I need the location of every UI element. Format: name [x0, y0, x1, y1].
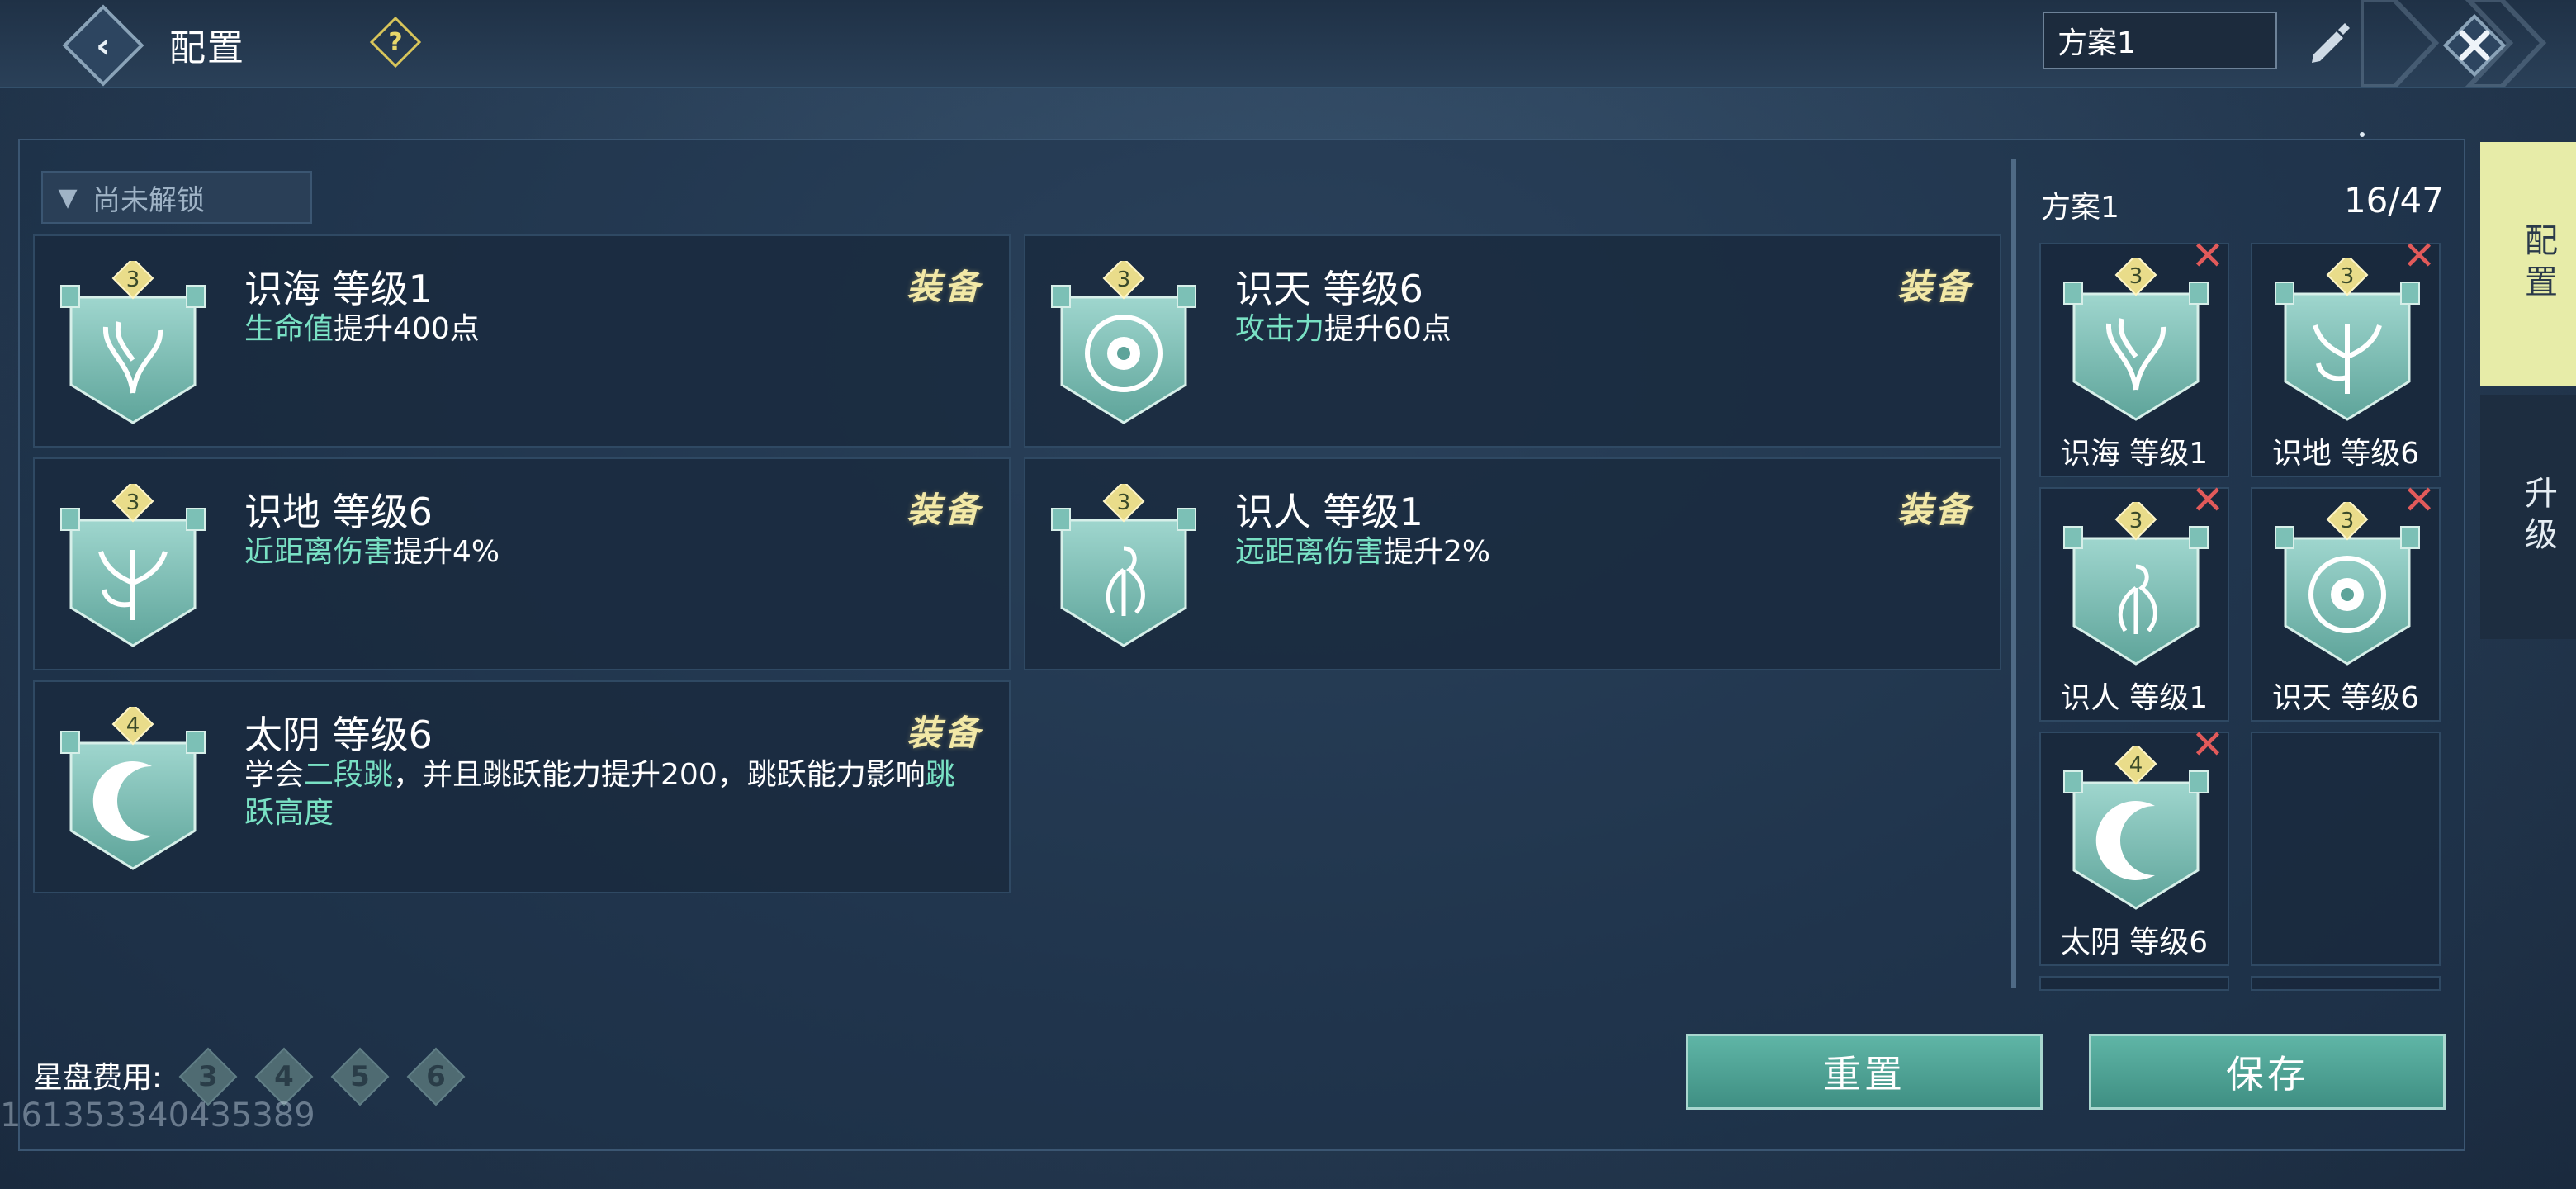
svg-text:4: 4 [126, 713, 140, 738]
help-glyph: ? [388, 27, 403, 57]
player-id: 161353340435389 [0, 1097, 315, 1135]
human-rune-icon: 3 [2057, 502, 2214, 667]
equipped-slot[interactable]: 3 识地 等级6 ✕ [2251, 236, 2441, 477]
equip-button[interactable]: 装备 [907, 482, 983, 533]
svg-text:3: 3 [2341, 264, 2355, 289]
equip-button[interactable]: 装备 [1897, 482, 1973, 533]
empty-slot [2251, 976, 2441, 991]
bg-star [2360, 132, 2365, 137]
equip-button[interactable]: 装备 [907, 705, 983, 756]
equip-button[interactable]: 装备 [1897, 259, 1973, 310]
plan-name-input[interactable] [2043, 12, 2277, 69]
chevron-down-icon: ▼ [58, 182, 78, 212]
human-rune-icon: 3 [1045, 484, 1202, 649]
equipped-slot[interactable]: 3 识人 等级1 ✕ [2039, 481, 2229, 722]
reset-button[interactable]: 重置 [1686, 1034, 2043, 1110]
slot-label: 太阴 等级6 [2060, 926, 2209, 959]
equipped-slot[interactable]: 4 太阴 等级6 ✕ [2039, 725, 2229, 966]
cost-gem: 3 [178, 1047, 238, 1106]
svg-text:3: 3 [126, 268, 140, 292]
skill-desc: 生命值提升400点 [244, 312, 480, 346]
tab-upgrade[interactable]: 升级 [2480, 395, 2576, 639]
back-button[interactable]: ‹ [62, 4, 144, 87]
svg-text:3: 3 [2129, 509, 2143, 533]
skill-card[interactable]: 3 识人 等级1 远距离伤害提升2% 装备 [1024, 457, 2001, 670]
skill-name: 识海 等级1 [244, 267, 433, 311]
empty-slot [2039, 976, 2229, 991]
moon-rune-icon: 4 [54, 707, 211, 872]
filter-label: 尚未解锁 [92, 183, 205, 217]
sea-rune-icon: 3 [54, 261, 211, 426]
slot-label: 识天 等级6 [2271, 681, 2420, 715]
remove-icon[interactable]: ✕ [2188, 236, 2228, 276]
side-plan-count: 16/47 [2343, 180, 2444, 220]
help-button[interactable]: ? [369, 16, 422, 69]
save-button[interactable]: 保存 [2089, 1034, 2446, 1110]
slot-label: 识海 等级1 [2060, 437, 2209, 471]
sky-rune-icon: 3 [1045, 261, 1202, 426]
svg-text:3: 3 [1117, 268, 1131, 292]
earth-rune-icon: 3 [2269, 258, 2426, 423]
skill-name: 识天 等级6 [1235, 267, 1423, 311]
skill-name: 太阴 等级6 [244, 713, 433, 757]
equipped-slot[interactable]: 3 识海 等级1 ✕ [2039, 236, 2229, 477]
page-title: 配置 [169, 27, 245, 69]
filter-dropdown[interactable]: ▼ 尚未解锁 [41, 171, 312, 224]
skill-card[interactable]: 4 太阴 等级6 学会二段跳，并且跳跃能力提升200，跳跃能力影响跳跃高度 装备 [33, 680, 1011, 893]
moon-rune-icon: 4 [2057, 746, 2214, 912]
sea-rune-icon: 3 [2057, 258, 2214, 423]
earth-rune-icon: 3 [54, 484, 211, 649]
remove-icon[interactable]: ✕ [2188, 481, 2228, 520]
tab-config[interactable]: 配置 [2480, 142, 2576, 386]
skill-card[interactable]: 3 识地 等级6 近距离伤害提升4% 装备 [33, 457, 1011, 670]
cost-gem: 4 [254, 1047, 314, 1106]
skill-desc: 学会二段跳，并且跳跃能力提升200，跳跃能力影响跳跃高度 [244, 758, 955, 830]
top-bar: ‹ 配置 ? [0, 0, 2576, 88]
side-scrollbar[interactable] [2011, 159, 2016, 988]
cost-gem: 5 [330, 1047, 390, 1106]
cost-label: 星盘费用: [33, 1061, 163, 1095]
skill-desc: 远距离伤害提升2% [1235, 535, 1491, 569]
svg-text:3: 3 [2129, 264, 2143, 289]
sky-rune-icon: 3 [2269, 502, 2426, 667]
equip-button[interactable]: 装备 [907, 259, 983, 310]
svg-text:3: 3 [2341, 509, 2355, 533]
close-icon[interactable] [2437, 8, 2512, 83]
remove-icon[interactable]: ✕ [2399, 236, 2439, 276]
skill-card[interactable]: 3 识天 等级6 攻击力提升60点 装备 [1024, 234, 2001, 448]
equipped-slot[interactable]: 3 识天 等级6 ✕ [2251, 481, 2441, 722]
edit-icon[interactable] [2304, 18, 2353, 68]
remove-icon[interactable]: ✕ [2399, 481, 2439, 520]
cost-gem: 6 [406, 1047, 466, 1106]
svg-text:3: 3 [126, 490, 140, 515]
skill-name: 识人 等级1 [1235, 490, 1423, 534]
side-plan-title: 方案1 [2041, 191, 2119, 225]
skill-desc: 攻击力提升60点 [1235, 312, 1451, 346]
svg-text:3: 3 [1117, 490, 1131, 515]
skill-card[interactable]: 3 识海 等级1 生命值提升400点 装备 [33, 234, 1011, 448]
slot-label: 识人 等级1 [2060, 681, 2209, 715]
svg-text:4: 4 [2129, 753, 2143, 778]
skill-desc: 近距离伤害提升4% [244, 535, 500, 569]
remove-icon[interactable]: ✕ [2188, 725, 2228, 765]
empty-slot[interactable] [2251, 732, 2441, 966]
skill-name: 识地 等级6 [244, 490, 433, 534]
chevron-left-icon: ‹ [95, 24, 111, 67]
slot-label: 识地 等级6 [2271, 437, 2420, 471]
